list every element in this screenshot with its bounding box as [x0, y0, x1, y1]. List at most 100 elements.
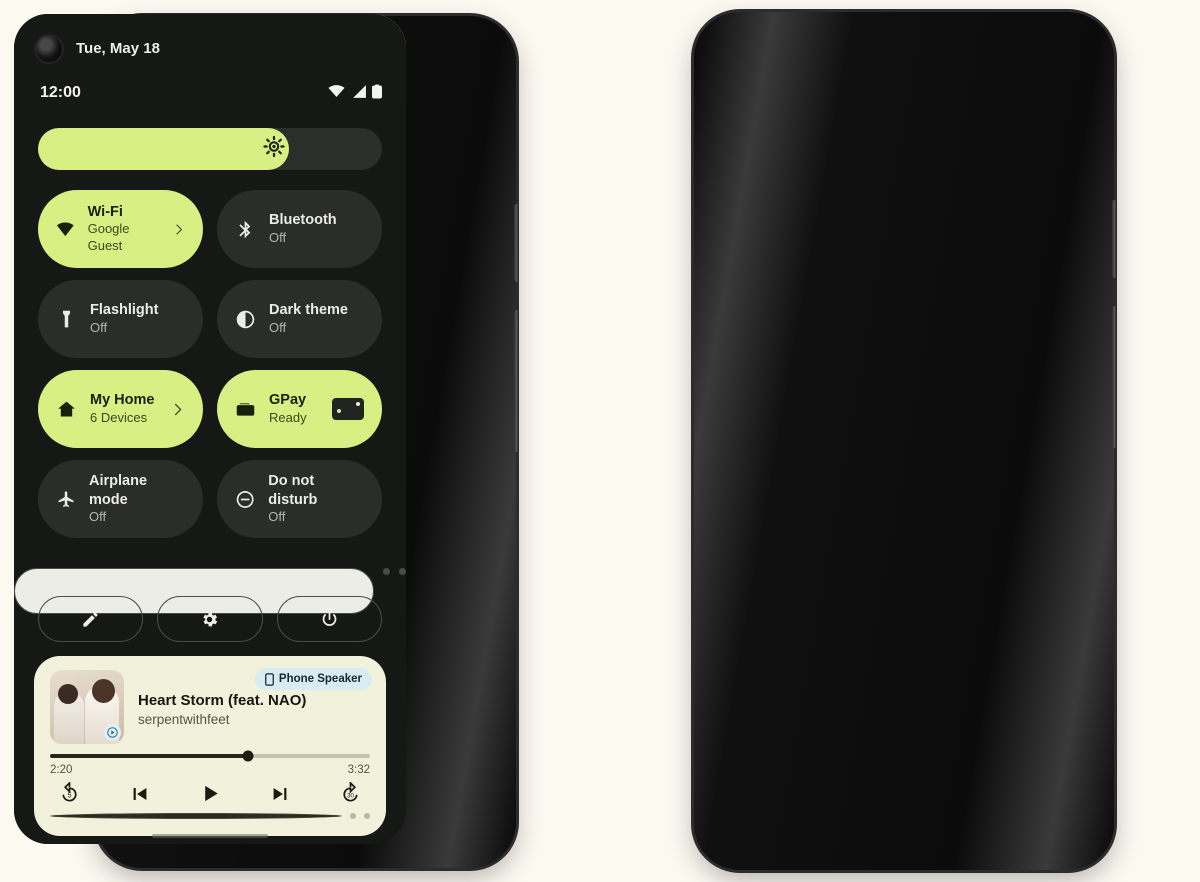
qs-tile-label: Flashlight: [90, 302, 159, 319]
qs-tile-text: Wi-Fi Google Guest: [88, 203, 159, 255]
quick-settings-tiles: Wi-Fi Google Guest Bluetooth Off Flashlight O…: [38, 190, 382, 538]
front-camera-punch-hole: [36, 36, 62, 62]
page-dot[interactable]: [383, 568, 390, 575]
power-button[interactable]: [276, 596, 382, 642]
page-dot[interactable]: [50, 813, 342, 819]
wifi-icon: [328, 85, 345, 98]
svg-text:5: 5: [68, 792, 72, 800]
page-dot[interactable]: [350, 813, 356, 819]
qs-tile-text: My Home 6 Devices: [90, 391, 154, 426]
qs-tile-label: My Home: [90, 392, 155, 409]
qs-tile-airplane-mode[interactable]: Airplane mode Off: [38, 460, 203, 538]
page-dot[interactable]: [399, 568, 406, 575]
wallet-icon: [236, 402, 255, 416]
qs-tile-text: Airplane mode Off: [89, 472, 185, 525]
qs-tile-sublabel: Google Guest: [87, 221, 130, 254]
media-player-card[interactable]: Phone Speaker Heart Storm (feat. NAO) se…: [34, 656, 386, 836]
qs-tile-sublabel: Off: [269, 319, 287, 335]
status-date: Tue, May 18: [76, 40, 160, 57]
chevron-right-icon[interactable]: [172, 222, 185, 237]
brightness-fill: [38, 128, 290, 170]
right-phone-power-button[interactable]: [1112, 200, 1117, 278]
quick-settings-panel: Tue, May 18 12:00 Wi-Fi Google Guest Blu…: [14, 14, 406, 844]
qs-tile-label: GPay: [269, 392, 307, 409]
qs-tile-do-not-disturb[interactable]: Do not disturb Off: [217, 460, 382, 538]
cellular-signal-icon: [353, 85, 366, 98]
media-controls: 5 30: [50, 782, 370, 805]
qs-tile-label: Wi-Fi: [87, 204, 123, 221]
gpay-card-thumbnail: [332, 398, 364, 420]
forward-30-icon[interactable]: 30: [339, 782, 362, 805]
left-phone-volume-rocker[interactable]: [514, 310, 519, 452]
contrast-icon: [236, 310, 255, 328]
qs-tile-sublabel: Off: [89, 508, 107, 524]
right-phone-device: [694, 12, 1114, 870]
right-phone-screen: Tue, May 18 12:00 Wi-Fi Google Guest Blu…: [14, 14, 406, 844]
qs-tile-label: Bluetooth: [269, 212, 337, 229]
brightness-icon: [262, 135, 285, 163]
airplane-icon: [58, 490, 74, 507]
skip-previous-icon[interactable]: [129, 783, 151, 805]
flashlight-icon: [63, 310, 70, 327]
qs-tile-my-home[interactable]: My Home 6 Devices: [38, 370, 203, 448]
power-icon: [322, 610, 337, 626]
media-artist: serpentwithfeet: [138, 712, 230, 727]
media-times: 2:20 3:32: [50, 764, 370, 776]
play-icon[interactable]: [199, 782, 222, 805]
edit-tiles-button[interactable]: [38, 596, 144, 642]
qs-tile-dark-theme[interactable]: Dark theme Off: [217, 280, 382, 358]
qs-tile-label: Airplane mode: [89, 473, 148, 508]
qs-tile-sublabel: Ready: [269, 409, 307, 425]
qs-tile-sublabel: Off: [90, 319, 108, 335]
bluetooth-icon: [239, 220, 251, 238]
qs-tile-flashlight[interactable]: Flashlight Off: [38, 280, 203, 358]
qs-tile-sublabel: Off: [268, 508, 286, 524]
qs-tile-wifi[interactable]: Wi-Fi Google Guest: [38, 190, 203, 268]
media-output-label: Phone Speaker: [278, 673, 362, 685]
battery-icon: [372, 84, 382, 99]
wifi-icon: [56, 222, 74, 236]
qs-tile-bluetooth[interactable]: Bluetooth Off: [217, 190, 382, 268]
quick-settings-actions: [38, 596, 382, 642]
status-time: 12:00: [40, 84, 81, 101]
qs-tile-text: Flashlight Off: [90, 301, 158, 336]
status-icons: [328, 84, 382, 99]
album-art[interactable]: [50, 670, 124, 744]
do-not-disturb-icon: [236, 490, 254, 508]
album-art-figure: [58, 684, 78, 704]
screenshot-stage: 12:00 Lunch in 30 min 12:30 - 1:00 PM: [0, 0, 1200, 882]
qs-tile-text: Dark theme Off: [269, 301, 348, 336]
qs-tile-gpay[interactable]: GPay Ready: [217, 370, 382, 448]
media-output-chip[interactable]: Phone Speaker: [254, 668, 372, 690]
media-seek-bar[interactable]: [50, 750, 370, 762]
home-icon: [58, 401, 75, 416]
replay-5-icon[interactable]: 5: [58, 782, 81, 805]
qs-tile-label: Do not disturb: [268, 473, 318, 508]
media-seek-progress: [50, 754, 249, 758]
settings-button[interactable]: [157, 596, 263, 642]
pencil-icon: [83, 611, 98, 627]
qs-tile-text: Bluetooth Off: [269, 211, 337, 246]
svg-text:30: 30: [347, 793, 354, 800]
left-phone-power-button[interactable]: [514, 204, 519, 282]
qs-tile-sublabel: 6 Devices: [90, 409, 148, 425]
chevron-right-icon[interactable]: [170, 402, 185, 417]
phone-icon: [264, 672, 274, 686]
media-seek-thumb[interactable]: [242, 750, 254, 762]
media-page-dots[interactable]: [50, 813, 370, 819]
home-indicator[interactable]: [152, 834, 268, 838]
qs-tile-sublabel: Off: [269, 229, 287, 245]
media-duration: 3:32: [347, 764, 370, 776]
media-elapsed: 2:20: [50, 764, 73, 776]
skip-next-icon[interactable]: [269, 783, 291, 805]
album-art-figure: [92, 679, 115, 703]
gear-icon: [203, 612, 218, 626]
qs-tile-text: GPay Ready: [269, 391, 307, 426]
play-circle-icon: [104, 724, 121, 741]
media-title: Heart Storm (feat. NAO): [138, 692, 307, 709]
qs-tile-label: Dark theme: [269, 302, 348, 319]
right-phone-volume-rocker[interactable]: [1112, 306, 1117, 448]
page-dot[interactable]: [364, 813, 370, 819]
brightness-slider[interactable]: [38, 128, 382, 170]
qs-tile-text: Do not disturb Off: [268, 472, 364, 525]
